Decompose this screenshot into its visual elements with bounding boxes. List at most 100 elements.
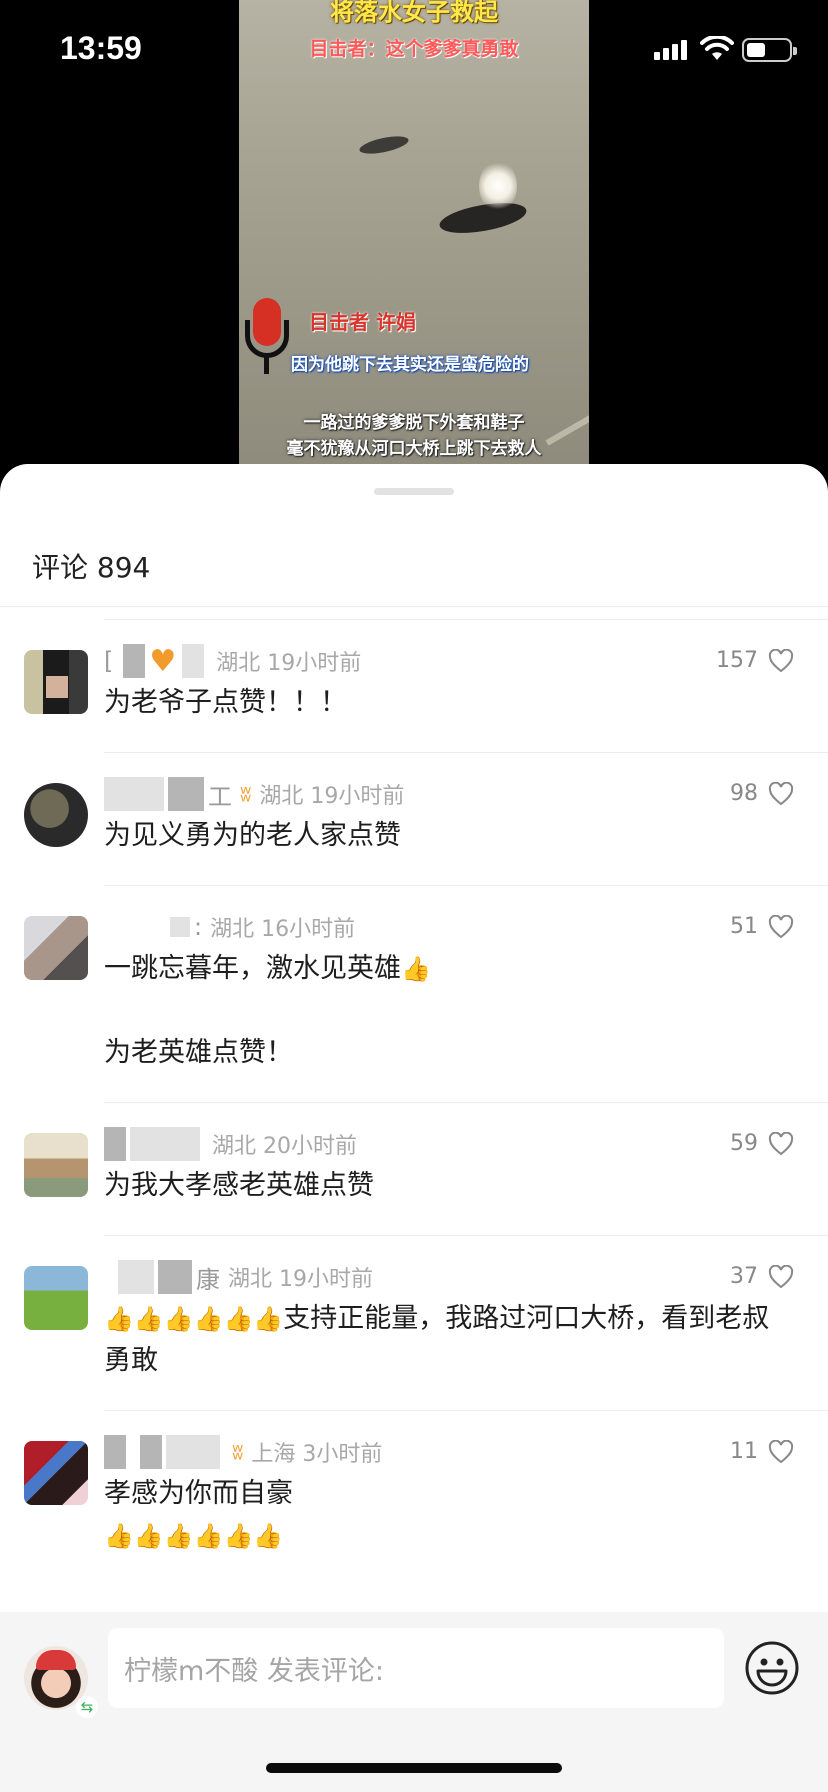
comment-sheet: 评论 894 [ ♥ 湖北 19小时前 157 为老爷子点赞！！！ 工 ʬ 湖北…	[0, 464, 828, 1792]
comment-username[interactable]: [ ♥	[104, 644, 208, 679]
comment-item[interactable]: 湖北 20小时前 59 为我大孝感老英雄点赞	[0, 1103, 828, 1235]
heart-outline-icon	[768, 1264, 794, 1288]
comment-text: 为我大孝感老英雄点赞	[104, 1170, 374, 1201]
orange-heart-badge-icon: ♥	[149, 643, 177, 679]
avatar[interactable]	[24, 650, 88, 714]
blurred-name	[140, 1435, 162, 1469]
video-quote: 因为他跳下去其实还是蛮危险的	[291, 355, 529, 375]
switch-account-icon[interactable]: ⇆	[76, 1696, 98, 1718]
video-person-in-water	[437, 197, 529, 239]
comment-username[interactable]	[104, 1435, 224, 1469]
like-button[interactable]: 51	[730, 914, 794, 939]
comment-text-body: 孝感为你而自豪	[104, 1478, 293, 1509]
username-text: :	[194, 913, 203, 941]
heart-outline-icon	[768, 1439, 794, 1463]
sheet-grab-handle[interactable]	[374, 488, 454, 495]
video-caption-1: 一路过的爹爹脱下外套和鞋子	[303, 413, 525, 433]
comment-item[interactable]: 康 湖北 19小时前 37 👍👍👍👍👍👍支持正能量，我路过河口大桥，看到老叔勇敢	[0, 1236, 828, 1410]
comment-location-time: 湖北 19小时前	[216, 651, 362, 676]
like-button[interactable]: 11	[730, 1439, 794, 1464]
comment-list[interactable]: [ ♥ 湖北 19小时前 157 为老爷子点赞！！！ 工 ʬ 湖北 19小时前 …	[0, 619, 828, 1585]
comment-text-line: 为老英雄点赞！	[104, 1037, 293, 1068]
like-button[interactable]: 37	[730, 1264, 794, 1289]
thumbs-up-emoji: 👍👍👍👍👍👍	[104, 1305, 284, 1333]
blurred-name	[130, 1127, 200, 1161]
comment-location-time: 湖北 20小时前	[212, 1134, 357, 1159]
blurred-name	[170, 917, 190, 937]
comment-text-line: 一跳忘暮年，激水见英雄	[104, 953, 401, 984]
avatar[interactable]	[24, 1266, 88, 1330]
comment-item[interactable]: ʬ 上海 3小时前 11 孝感为你而自豪 👍👍👍👍👍👍	[0, 1411, 828, 1585]
comment-text: 👍👍👍👍👍👍支持正能量，我路过河口大桥，看到老叔勇敢	[104, 1298, 828, 1382]
blurred-name	[182, 644, 205, 678]
comment-location-time: 湖北 19小时前	[228, 1267, 373, 1292]
like-button[interactable]: 59	[730, 1131, 794, 1156]
comments-count-title: 评论 894	[32, 551, 151, 584]
comment-meta: ʬ 上海 3小时前	[104, 1435, 828, 1469]
heart-outline-icon	[768, 1131, 794, 1155]
comment-location-time: 湖北 19小时前	[259, 784, 405, 809]
heart-outline-icon	[768, 781, 794, 805]
video-ripple	[358, 132, 410, 158]
divider	[0, 606, 828, 607]
like-count: 51	[730, 914, 758, 939]
comment-item[interactable]: 工 ʬ 湖北 19小时前 98 为见义勇为的老人家点赞	[0, 753, 828, 885]
blurred-name	[123, 644, 146, 678]
vip-badge-icon: ʬ	[232, 1439, 244, 1465]
status-time: 13:59	[60, 30, 142, 66]
smiley-icon[interactable]	[744, 1640, 800, 1696]
comment-meta: 康 湖北 19小时前	[104, 1260, 828, 1294]
thumbs-up-emoji: 👍👍👍👍👍👍	[104, 1522, 284, 1550]
comment-text: 一跳忘暮年，激水见英雄👍 为老英雄点赞！	[104, 948, 828, 1074]
comment-text: 为老爷子点赞！！！	[104, 687, 347, 718]
username-text: 工	[208, 782, 232, 811]
comment-meta: : 湖北 16小时前	[104, 910, 828, 944]
comment-item[interactable]: [ ♥ 湖北 19小时前 157 为老爷子点赞！！！	[0, 620, 828, 752]
blurred-name	[104, 1435, 126, 1469]
video-speaker: 目击者 许娟	[309, 310, 416, 334]
wifi-icon	[700, 36, 734, 60]
thumbs-up-emoji: 👍	[401, 955, 431, 983]
microphone-icon	[245, 296, 289, 376]
username-text: 康	[196, 1265, 220, 1294]
avatar[interactable]	[24, 783, 88, 847]
comment-meta: 湖北 20小时前	[104, 1127, 828, 1161]
comment-username[interactable]	[104, 1127, 204, 1161]
status-bar: 13:59	[0, 0, 828, 100]
comment-meta: 工 ʬ 湖北 19小时前	[104, 777, 828, 811]
username-text: [	[104, 647, 114, 675]
comment-input-bar: ⇆ 柠檬m不酸 发表评论:	[0, 1612, 828, 1792]
blurred-name	[166, 1435, 220, 1469]
heart-outline-icon	[768, 914, 794, 938]
comment-input[interactable]: 柠檬m不酸 发表评论:	[108, 1628, 724, 1708]
comment-username[interactable]: 工	[104, 777, 232, 812]
cellular-signal-icon	[654, 38, 688, 60]
avatar[interactable]	[24, 1133, 88, 1197]
blurred-name	[118, 1260, 154, 1294]
video-splash	[479, 160, 517, 212]
comment-location-time: 湖北 16小时前	[210, 917, 356, 942]
avatar[interactable]	[24, 916, 88, 980]
comment-item[interactable]: : 湖北 16小时前 51 一跳忘暮年，激水见英雄👍 为老英雄点赞！	[0, 886, 828, 1102]
like-button[interactable]: 98	[730, 781, 794, 806]
blurred-name	[158, 1260, 192, 1294]
blurred-name	[168, 777, 204, 811]
blurred-name	[104, 1127, 126, 1161]
comment-username[interactable]: :	[104, 913, 202, 941]
comment-text: 孝感为你而自豪 👍👍👍👍👍👍	[104, 1473, 828, 1557]
avatar[interactable]	[24, 1441, 88, 1505]
comment-location-time: 上海 3小时前	[251, 1442, 383, 1467]
like-count: 98	[730, 781, 758, 806]
home-indicator[interactable]	[266, 1763, 562, 1773]
like-count: 59	[730, 1131, 758, 1156]
vip-badge-icon: ʬ	[240, 781, 252, 807]
like-count: 37	[730, 1264, 758, 1289]
comment-input-placeholder: 柠檬m不酸 发表评论:	[124, 1655, 384, 1687]
like-button[interactable]: 157	[716, 648, 794, 673]
blurred-name	[104, 777, 164, 811]
like-count: 157	[716, 648, 758, 673]
video-caption-2: 毫不犹豫从河口大桥上跳下去救人	[286, 439, 542, 459]
battery-icon	[742, 38, 797, 62]
heart-outline-icon	[768, 648, 794, 672]
comment-username[interactable]: 康	[104, 1260, 220, 1295]
